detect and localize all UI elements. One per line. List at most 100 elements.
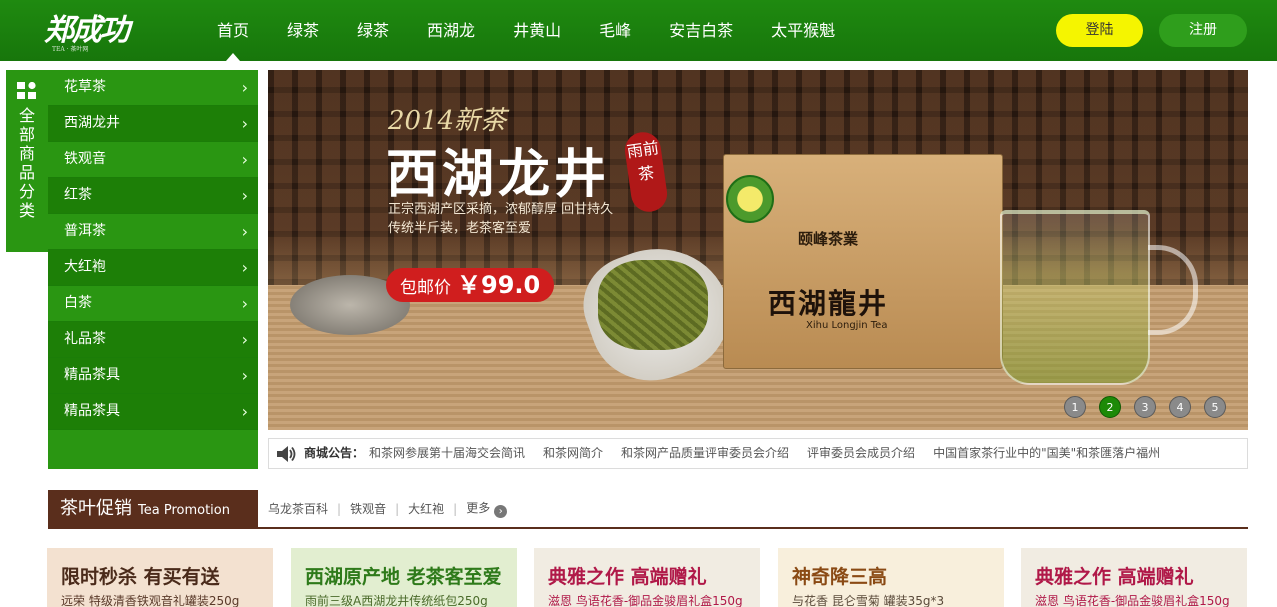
logo-text: 郑成功 [44,13,130,48]
package-seal-icon [726,175,774,223]
chevron-right-icon: › [241,186,248,205]
category-label: 普洱茶 [64,223,106,239]
chevron-right-icon: › [241,222,248,241]
carousel-dot-1[interactable]: 1 [1064,396,1086,418]
all-categories-tab[interactable]: 全部商品分类 [6,70,48,252]
category-item-8[interactable]: 精品茶具 › [48,358,258,394]
card-subtitle: 远荣 特级清香铁观音礼罐装250g [61,594,240,607]
banner-headline: 西湖龙井 [386,144,611,205]
category-item-6[interactable]: 白茶 › [48,286,258,322]
register-button[interactable]: 注册 [1159,14,1247,47]
promotion-card-2[interactable]: 典雅之作 高端赠礼滋恩 鸟语花香-御品金骏眉礼盒150g [534,548,760,607]
card-subtitle: 与花香 昆仑雪菊 罐装35g*3 [792,594,945,607]
main-nav: 首页 绿茶 绿茶 西湖龙 井黄山 毛峰 安吉白茶 太平猴魁 [198,0,854,61]
carousel-dot-2[interactable]: 2 [1099,396,1121,418]
chevron-right-icon: › [241,78,248,97]
carousel-dot-4[interactable]: 4 [1169,396,1191,418]
carousel-dot-5[interactable]: 5 [1204,396,1226,418]
more-link[interactable]: 更多 › [466,499,508,518]
top-nav-bar: 郑成功 TEA · 茶叶网 首页 绿茶 绿茶 西湖龙 井黄山 毛峰 安吉白茶 太平猴魁 登陆 … [0,0,1277,61]
nav-item-0[interactable]: 首页 [198,0,268,61]
promotion-tags: 乌龙茶百科 | 铁观音 | 大红袍 | 更多 › [268,490,508,527]
card-title: 限时秒杀 有买有送 [61,566,220,588]
category-item-7[interactable]: 礼品茶 › [48,322,258,358]
category-label: 红茶 [64,187,92,203]
notice-link-4[interactable]: 中国首家茶行业中的"国美"和茶匯落户福州 [933,439,1160,468]
chevron-right-icon: › [241,258,248,277]
nav-item-3[interactable]: 西湖龙 [408,0,494,61]
card-title: 神奇降三高 [792,566,888,588]
card-subtitle: 滋恩 鸟语花香-御品金骏眉礼盒150g [548,594,743,607]
category-item-1[interactable]: 西湖龙井 › [48,106,258,142]
promotion-cards: 限时秒杀 有买有送远荣 特级清香铁观音礼罐装250g 西湖原产地 老茶客至爱 雨前三… [47,548,1248,607]
promotion-card-4[interactable]: 典雅之作 高端赠礼滋恩 鸟语花香-御品金骏眉礼盒150g [1021,548,1247,607]
promotion-tag-1[interactable]: 铁观音 [350,500,386,517]
category-item-5[interactable]: 大红袍 › [48,250,258,286]
nav-item-2[interactable]: 绿茶 [338,0,408,61]
site-logo[interactable]: 郑成功 TEA · 茶叶网 [44,8,169,54]
category-label: 白茶 [64,295,92,311]
chevron-right-icon: › [241,150,248,169]
tag-separator: | [337,501,342,516]
promotion-title-cn: 茶叶促销 [60,498,132,519]
nav-item-4[interactable]: 井黄山 [494,0,580,61]
card-subtitle: 滋恩 鸟语花香-御品金骏眉礼盒150g [1035,594,1230,607]
grid-icon [17,82,36,99]
price-label: 包邮价 [400,278,451,298]
category-list: 花草茶 › 西湖龙井 › 铁观音 › 红茶 › 普洱茶 › 大红袍 › 白茶 › 礼品茶 › 精品茶具 › 精品茶具… [48,70,258,469]
category-label: 花草茶 [64,79,106,95]
promotion-card-1[interactable]: 西湖原产地 老茶客至爱 雨前三级A西湖龙井传统纸包250g [291,548,517,607]
notice-links: 和茶网参展第十届海交会简讯 和茶网简介 和茶网产品质量评审委员会介绍 评审委员会成员介… [369,439,1178,468]
logo-sub-text: TEA · 茶叶网 [52,46,89,53]
tea-glass-image [1000,210,1150,385]
category-item-0[interactable]: 花草茶 › [48,70,258,106]
promotion-tag-2[interactable]: 大红袍 [408,500,444,517]
notice-bar: 商城公告： 和茶网参展第十届海交会简讯 和茶网简介 和茶网产品质量评审委员会介绍 评审… [268,438,1248,469]
carousel-dots: 12345 [1064,396,1239,418]
promotion-card-3[interactable]: 神奇降三高与花香 昆仑雪菊 罐装35g*3 [778,548,1004,607]
nav-item-1[interactable]: 绿茶 [268,0,338,61]
card-title: 典雅之作 高端赠礼 [1035,566,1194,588]
promotion-header: 茶叶促销 Tea Promotion 乌龙茶百科 | 铁观音 | 大红袍 | 更多 › [48,490,1248,529]
category-item-4[interactable]: 普洱茶 › [48,214,258,250]
chevron-right-circle-icon: › [494,505,508,518]
nav-item-7[interactable]: 太平猴魁 [752,0,854,61]
notice-link-2[interactable]: 和茶网产品质量评审委员会介绍 [621,439,789,468]
banner-desc-line1: 正宗西湖产区采摘，浓郁醇厚 回甘持久 [388,202,614,217]
chevron-right-icon: › [241,330,248,349]
promotion-title-en: Tea Promotion [138,503,230,518]
carousel-dot-3[interactable]: 3 [1134,396,1156,418]
category-label: 精品茶具 [64,367,120,383]
tag-separator: | [395,501,400,516]
hero-banner[interactable]: 颐峰茶業 西湖龍井 Xihu Longjin Tea 2014新茶 西湖龙井 雨… [268,70,1248,430]
banner-price-badge: 包邮价 ￥99.0 [386,268,555,302]
login-button[interactable]: 登陆 [1056,14,1143,47]
banner-tea-leaves [598,260,708,350]
nav-item-5[interactable]: 毛峰 [580,0,650,61]
promotion-card-0[interactable]: 限时秒杀 有买有送远荣 特级清香铁观音礼罐装250g [47,548,273,607]
category-item-2[interactable]: 铁观音 › [48,142,258,178]
package-name: 西湖龍井 [768,287,889,320]
notice-link-3[interactable]: 评审委员会成员介绍 [807,439,915,468]
chevron-right-icon: › [241,294,248,313]
package-brand: 颐峰茶業 [798,230,859,248]
card-title: 典雅之作 高端赠礼 [548,566,707,588]
category-label: 铁观音 [64,151,106,167]
category-label: 精品茶具 [64,403,120,419]
notice-link-1[interactable]: 和茶网简介 [543,439,603,468]
price-value: ￥99.0 [457,271,541,299]
category-item-3[interactable]: 红茶 › [48,178,258,214]
category-item-9[interactable]: 精品茶具 › [48,394,258,430]
banner-seal-text: 雨前茶 [625,138,661,185]
category-label: 大红袍 [64,259,106,275]
nav-item-6[interactable]: 安吉白茶 [650,0,752,61]
more-label: 更多 [466,501,491,515]
notice-link-0[interactable]: 和茶网参展第十届海交会简讯 [369,439,525,468]
package-en-name: Xihu Longjin Tea [806,320,888,331]
all-categories-label: 全部商品分类 [18,106,35,220]
banner-desc-line2: 传统半斤装，老茶客至爱 [388,221,532,236]
promotion-tag-0[interactable]: 乌龙茶百科 [268,500,328,517]
chevron-right-icon: › [241,114,248,133]
chevron-right-icon: › [241,366,248,385]
tag-separator: | [453,501,458,516]
